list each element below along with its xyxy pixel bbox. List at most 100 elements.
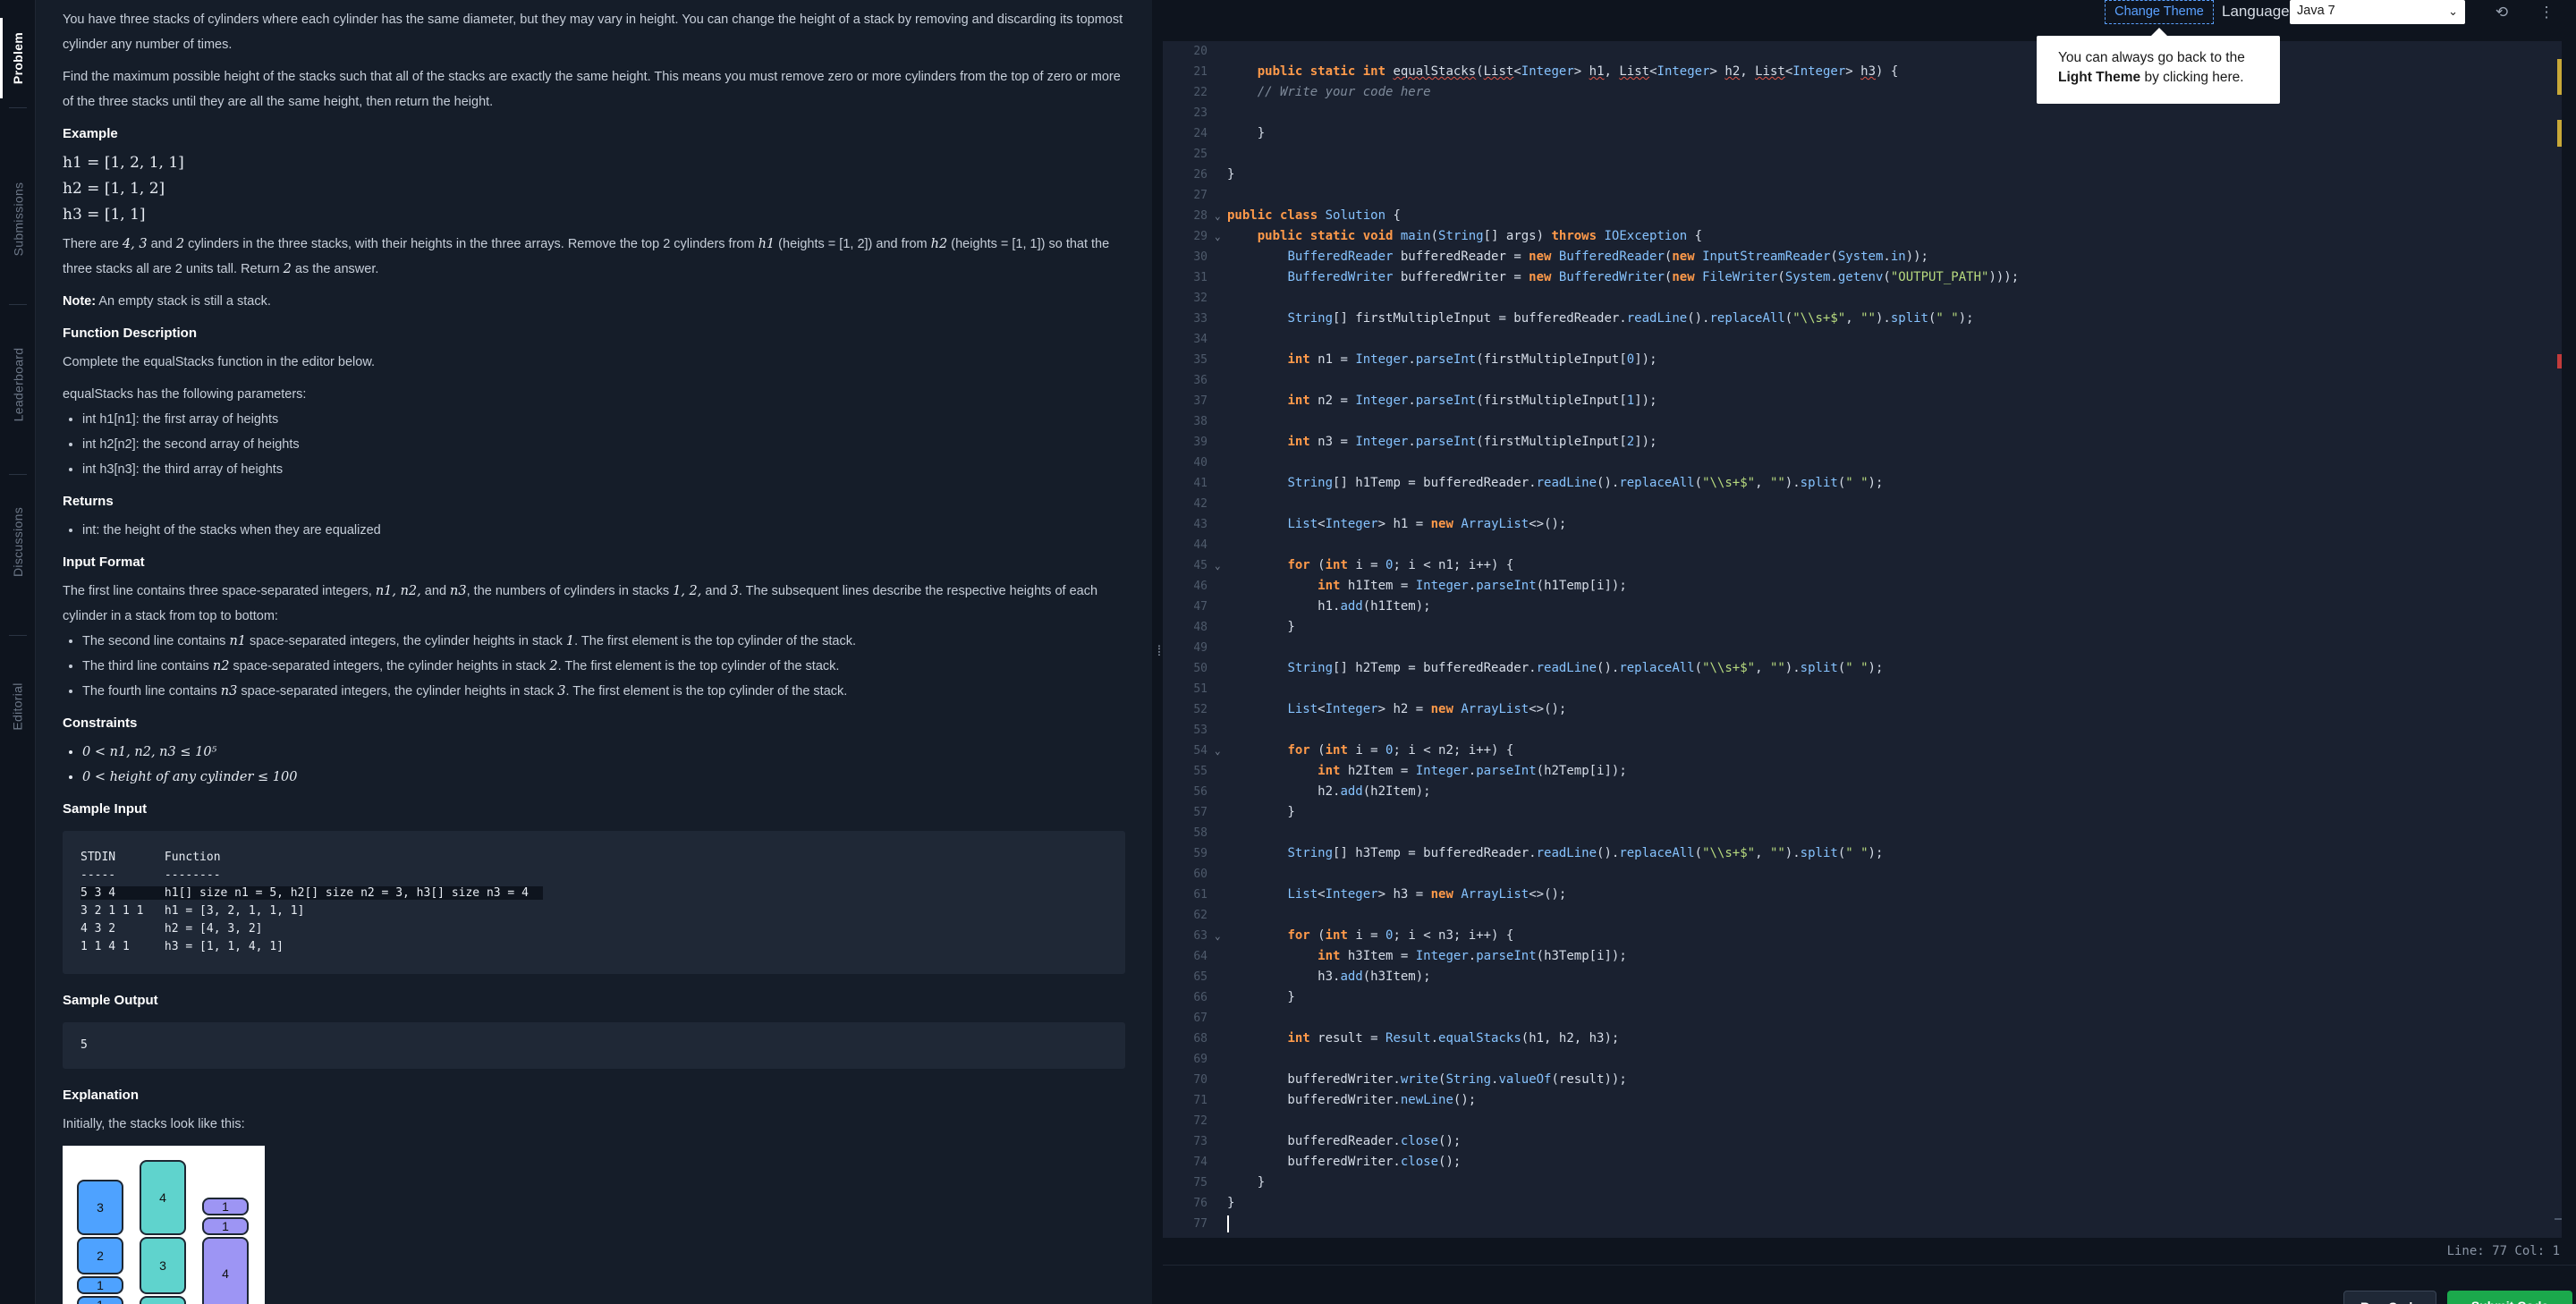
code-line[interactable]: 60 — [1163, 864, 2562, 885]
line-number: 51 — [1193, 682, 1208, 696]
code-line[interactable]: 56 h2.add(h2Item); — [1163, 782, 2562, 802]
code-line[interactable]: 58 — [1163, 823, 2562, 843]
code-line[interactable]: 32 — [1163, 288, 2562, 309]
code-line[interactable]: 22 // Write your code here — [1163, 82, 2562, 103]
tab-submissions[interactable]: Submissions — [0, 170, 36, 268]
intro-paragraph: You have three stacks of cylinders where… — [63, 13, 1123, 52]
line-number: 65 — [1193, 970, 1208, 984]
code-text: int n2 = Integer.parseInt(firstMultipleI… — [1287, 394, 1657, 408]
fold-chevron-icon[interactable]: ⌄ — [1215, 926, 1227, 946]
code-text: public static int equalStacks(List<Integ… — [1257, 64, 1899, 79]
line-number: 56 — [1193, 785, 1208, 799]
code-line[interactable]: 72 — [1163, 1111, 2562, 1131]
more-options-icon[interactable]: ⋮ — [2535, 0, 2558, 24]
code-line[interactable]: 69 — [1163, 1049, 2562, 1070]
code-line[interactable]: 26} — [1163, 165, 2562, 185]
code-line[interactable]: 20 — [1163, 41, 2562, 62]
params-list: int h1[n1]: the first array of heights i… — [82, 407, 1125, 482]
code-editor[interactable]: 20 21 public static int equalStacks(List<… — [1163, 41, 2562, 1238]
history-icon[interactable]: ⟲ — [2490, 0, 2513, 24]
nav-divider — [9, 635, 27, 636]
fold-chevron-icon[interactable]: ⌄ — [1215, 555, 1227, 576]
code-line[interactable]: 61 List<Integer> h3 = new ArrayList<>(); — [1163, 885, 2562, 905]
code-line[interactable]: 77 — [1163, 1214, 2562, 1234]
drag-handle-icon: ⁞ — [1157, 644, 1162, 659]
line-number: 75 — [1193, 1176, 1208, 1190]
code-line[interactable]: 40 — [1163, 453, 2562, 473]
line-number: 61 — [1193, 888, 1208, 902]
run-code-button[interactable]: Run Code — [2343, 1291, 2436, 1304]
code-line[interactable]: 38 — [1163, 411, 2562, 432]
code-line[interactable]: 25 — [1163, 144, 2562, 165]
code-line[interactable]: 46 int h1Item = Integer.parseInt(h1Temp[… — [1163, 576, 2562, 597]
code-line[interactable]: 68 int result = Result.equalStacks(h1, h… — [1163, 1029, 2562, 1049]
fold-chevron-icon[interactable]: ⌄ — [1215, 741, 1227, 761]
editor-statusbar: Line: 77 Col: 1 — [1163, 1238, 2576, 1265]
code-text: BufferedReader bufferedReader = new Buff… — [1287, 250, 1928, 264]
code-line[interactable]: 47 h1.add(h1Item); — [1163, 597, 2562, 617]
code-line[interactable]: 33 String[] firstMultipleInput = buffere… — [1163, 309, 2562, 329]
line-number: 39 — [1193, 436, 1208, 449]
tab-discussions[interactable]: Discussions — [0, 497, 36, 587]
code-line[interactable]: 73 bufferedReader.close(); — [1163, 1131, 2562, 1152]
editor-scrollbar[interactable] — [2555, 41, 2562, 1238]
code-line[interactable]: 51 — [1163, 679, 2562, 699]
code-line[interactable]: 59 String[] h3Temp = bufferedReader.read… — [1163, 843, 2562, 864]
code-line[interactable]: 76} — [1163, 1193, 2562, 1214]
code-line[interactable]: 31 BufferedWriter bufferedWriter = new B… — [1163, 267, 2562, 288]
code-line[interactable]: 54 ⌄ for (int i = 0; i < n2; i++) { — [1163, 741, 2562, 761]
code-line[interactable]: 44 — [1163, 535, 2562, 555]
code-line[interactable]: 74 bufferedWriter.close(); — [1163, 1152, 2562, 1173]
list-item: The third line contains n2 space-separat… — [82, 654, 1125, 679]
cylinder: 1 — [77, 1276, 123, 1294]
code-line[interactable]: 41 String[] h1Temp = bufferedReader.read… — [1163, 473, 2562, 494]
code-line[interactable]: 49 — [1163, 638, 2562, 658]
code-line[interactable]: 71 bufferedWriter.newLine(); — [1163, 1090, 2562, 1111]
fold-chevron-icon[interactable]: ⌄ — [1215, 206, 1227, 226]
code-text: String[] h1Temp = bufferedReader.readLin… — [1287, 476, 1884, 490]
code-text: String[] firstMultipleInput = bufferedRe… — [1287, 311, 1974, 326]
code-line[interactable]: 37 int n2 = Integer.parseInt(firstMultip… — [1163, 391, 2562, 411]
code-line[interactable]: 65 h3.add(h3Item); — [1163, 967, 2562, 987]
code-line[interactable]: 23 — [1163, 103, 2562, 123]
code-line[interactable]: 21 public static int equalStacks(List<In… — [1163, 62, 2562, 82]
code-line[interactable]: 35 int n1 = Integer.parseInt(firstMultip… — [1163, 350, 2562, 370]
code-line[interactable]: 50 String[] h2Temp = bufferedReader.read… — [1163, 658, 2562, 679]
tab-leaderboard[interactable]: Leaderboard — [0, 335, 36, 434]
code-line[interactable]: 48 } — [1163, 617, 2562, 638]
code-line[interactable]: 34 — [1163, 329, 2562, 350]
code-line[interactable]: 52 List<Integer> h2 = new ArrayList<>(); — [1163, 699, 2562, 720]
tab-problem[interactable]: Problem — [0, 18, 36, 98]
code-text: int n1 = Integer.parseInt(firstMultipleI… — [1287, 352, 1657, 367]
code-line[interactable]: 36 — [1163, 370, 2562, 391]
code-line[interactable]: 27 — [1163, 185, 2562, 206]
line-number: 44 — [1193, 538, 1208, 552]
code-line[interactable]: 63 ⌄ for (int i = 0; i < n3; i++) { — [1163, 926, 2562, 946]
code-line[interactable]: 62 — [1163, 905, 2562, 926]
code-line[interactable]: 45 ⌄ for (int i = 0; i < n1; i++) { — [1163, 555, 2562, 576]
submit-code-button[interactable]: Submit Code — [2447, 1291, 2572, 1304]
line-number: 31 — [1193, 271, 1208, 284]
code-line[interactable]: 43 List<Integer> h1 = new ArrayList<>(); — [1163, 514, 2562, 535]
code-line[interactable]: 29 ⌄ public static void main(String[] arg… — [1163, 226, 2562, 247]
code-line[interactable]: 55 int h2Item = Integer.parseInt(h2Temp[… — [1163, 761, 2562, 782]
code-line[interactable]: 64 int h3Item = Integer.parseInt(h3Temp[… — [1163, 946, 2562, 967]
intro-paragraph: Find the maximum possible height of the … — [63, 70, 1121, 109]
code-line[interactable]: 39 int n3 = Integer.parseInt(firstMultip… — [1163, 432, 2562, 453]
code-line[interactable]: 42 — [1163, 494, 2562, 514]
language-select[interactable]: Java 7 ⌄ — [2290, 0, 2465, 24]
code-line[interactable]: 30 BufferedReader bufferedReader = new B… — [1163, 247, 2562, 267]
code-line[interactable]: 67 — [1163, 1008, 2562, 1029]
list-item: int: the height of the stacks when they … — [82, 518, 1125, 543]
fold-chevron-icon[interactable]: ⌄ — [1215, 226, 1227, 247]
tab-editorial[interactable]: Editorial — [0, 671, 36, 742]
line-number: 38 — [1193, 415, 1208, 428]
code-line[interactable]: 70 bufferedWriter.write(String.valueOf(r… — [1163, 1070, 2562, 1090]
code-line[interactable]: 75 } — [1163, 1173, 2562, 1193]
change-theme-button[interactable]: Change Theme — [2105, 0, 2214, 24]
code-line[interactable]: 24 } — [1163, 123, 2562, 144]
code-line[interactable]: 57 } — [1163, 802, 2562, 823]
code-line[interactable]: 53 — [1163, 720, 2562, 741]
code-line[interactable]: 66 } — [1163, 987, 2562, 1008]
code-line[interactable]: 28 ⌄ public class Solution { — [1163, 206, 2562, 226]
